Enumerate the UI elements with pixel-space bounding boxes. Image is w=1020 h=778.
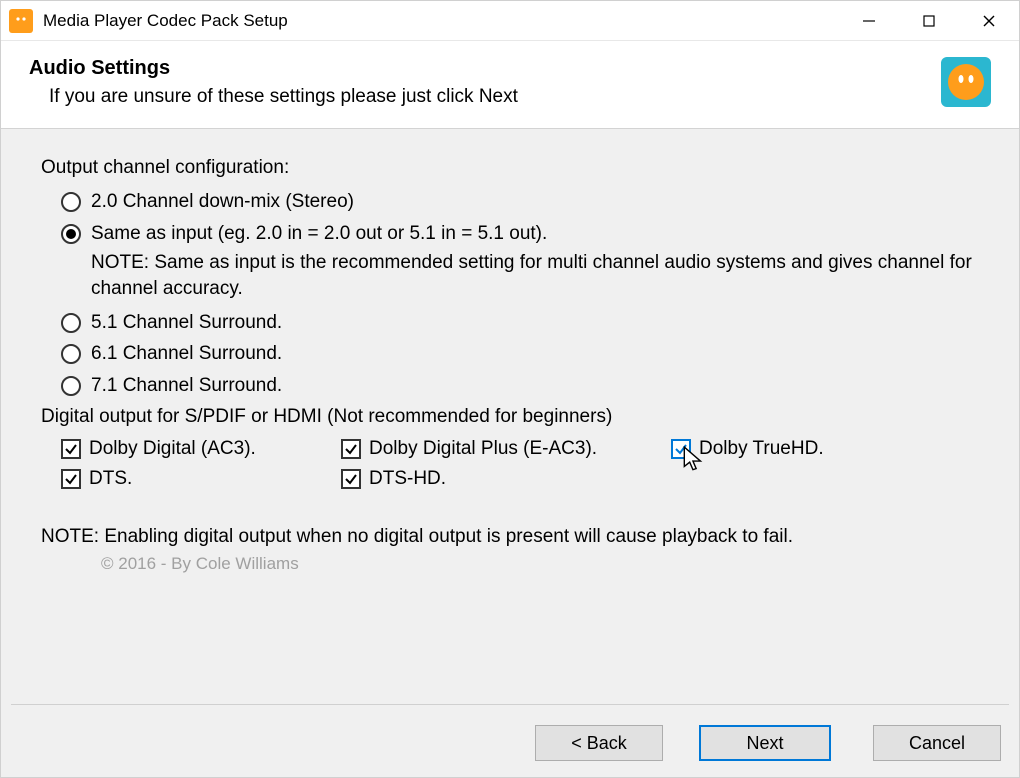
checkbox-dolby-truehd[interactable]: Dolby TrueHD. — [671, 438, 979, 460]
checkbox-icon — [61, 469, 81, 489]
minimize-button[interactable] — [839, 1, 899, 41]
maximize-button[interactable] — [899, 1, 959, 41]
cancel-button[interactable]: Cancel — [873, 725, 1001, 761]
same-as-input-note: NOTE: Same as input is the recommended s… — [61, 250, 979, 301]
checkbox-dts-hd[interactable]: DTS-HD. — [341, 468, 671, 490]
page-title: Audio Settings — [29, 57, 941, 80]
checkbox-label: DTS. — [89, 468, 132, 490]
radio-icon — [61, 224, 81, 244]
checkbox-icon — [341, 439, 361, 459]
checkbox-icon — [61, 439, 81, 459]
footer-divider — [11, 704, 1009, 705]
setup-window: Media Player Codec Pack Setup Audio Sett… — [0, 0, 1020, 778]
close-button[interactable] — [959, 1, 1019, 41]
checkbox-icon — [341, 469, 361, 489]
radio-icon — [61, 376, 81, 396]
checkbox-dolby-digital-plus[interactable]: Dolby Digital Plus (E-AC3). — [341, 438, 671, 460]
window-title: Media Player Codec Pack Setup — [43, 11, 839, 31]
checkbox-label: Dolby Digital (AC3). — [89, 438, 256, 460]
digital-checkbox-group: Dolby Digital (AC3). Dolby Digital Plus … — [41, 438, 979, 490]
checkbox-label: Dolby Digital Plus (E-AC3). — [369, 438, 597, 460]
page-header: Audio Settings If you are unsure of thes… — [1, 41, 1019, 129]
back-button[interactable]: < Back — [535, 725, 663, 761]
radio-option-71[interactable]: 7.1 Channel Surround. — [61, 373, 979, 399]
app-icon — [9, 9, 33, 33]
radio-icon — [61, 344, 81, 364]
radio-icon — [61, 313, 81, 333]
footer-note: NOTE: Enabling digital output when no di… — [41, 526, 979, 548]
checkbox-dts[interactable]: DTS. — [61, 468, 341, 490]
checkbox-icon — [671, 439, 691, 459]
header-logo-icon — [941, 57, 991, 107]
radio-option-stereo[interactable]: 2.0 Channel down-mix (Stereo) — [61, 189, 979, 215]
radio-label: Same as input (eg. 2.0 in = 2.0 out or 5… — [91, 221, 547, 247]
radio-label: 6.1 Channel Surround. — [91, 341, 282, 367]
checkbox-label: Dolby TrueHD. — [699, 438, 824, 460]
radio-label: 2.0 Channel down-mix (Stereo) — [91, 189, 354, 215]
page-subtitle: If you are unsure of these settings plea… — [29, 86, 941, 108]
radio-option-51[interactable]: 5.1 Channel Surround. — [61, 310, 979, 336]
next-button[interactable]: Next — [699, 725, 831, 761]
copyright-text: © 2016 - By Cole Williams — [101, 554, 979, 574]
page-body: Output channel configuration: 2.0 Channe… — [1, 129, 1019, 777]
radio-option-61[interactable]: 6.1 Channel Surround. — [61, 341, 979, 367]
radio-option-same-as-input[interactable]: Same as input (eg. 2.0 in = 2.0 out or 5… — [61, 221, 979, 247]
radio-label: 7.1 Channel Surround. — [91, 373, 282, 399]
titlebar: Media Player Codec Pack Setup — [1, 1, 1019, 41]
digital-section-label: Digital output for S/PDIF or HDMI (Not r… — [41, 406, 979, 428]
radio-label: 5.1 Channel Surround. — [91, 310, 282, 336]
output-radio-group: 2.0 Channel down-mix (Stereo) Same as in… — [41, 189, 979, 398]
radio-icon — [61, 192, 81, 212]
checkbox-dolby-digital[interactable]: Dolby Digital (AC3). — [61, 438, 341, 460]
checkbox-label: DTS-HD. — [369, 468, 446, 490]
window-controls — [839, 1, 1019, 41]
output-section-label: Output channel configuration: — [41, 157, 979, 179]
wizard-buttons: < Back Next Cancel — [531, 725, 1001, 761]
